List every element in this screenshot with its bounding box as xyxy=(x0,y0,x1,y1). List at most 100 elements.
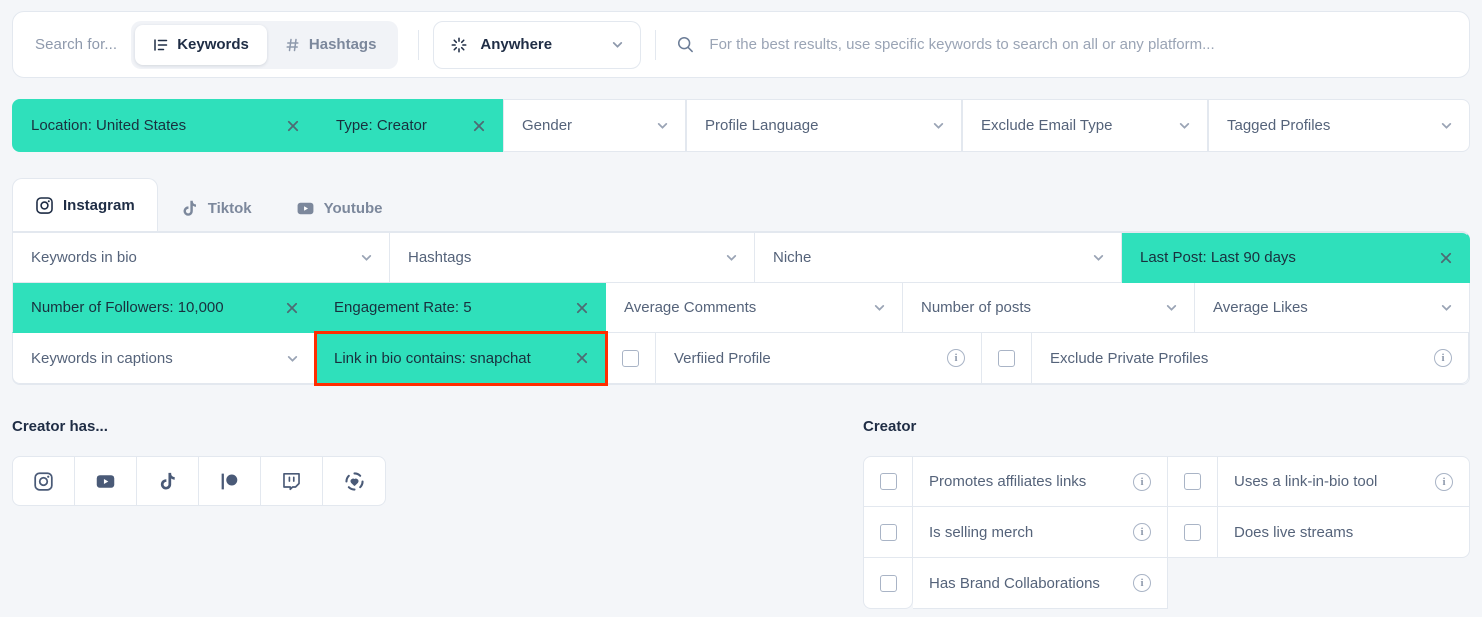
search-for-label: Search for... xyxy=(35,36,118,53)
creator-attr-does-live-streams[interactable]: Does live streams xyxy=(1168,507,1470,558)
list-icon xyxy=(153,37,169,53)
gfilter-link-in-bio-contains-snapchat[interactable]: Link in bio contains: snapchat xyxy=(314,331,608,386)
youtube-icon xyxy=(296,199,315,218)
gfilter-average-comments[interactable]: Average Comments xyxy=(606,283,903,333)
divider xyxy=(418,29,420,60)
tab-instagram[interactable]: Instagram xyxy=(12,178,158,232)
creator-attr-does-live-streams-label-cell[interactable]: Does live streams xyxy=(1218,507,1470,558)
creator-attr-is-selling-merch-label-cell[interactable]: Is selling merch i xyxy=(913,507,1168,558)
gfilter-engagement-rate-5[interactable]: Engagement Rate: 5 xyxy=(316,283,606,333)
search-icon xyxy=(676,35,695,54)
checkbox-icon xyxy=(622,349,639,367)
gfilter-verfiied-profile-label: Verfiied Profile xyxy=(674,349,771,367)
info-icon[interactable]: i xyxy=(1435,472,1453,491)
info-icon[interactable]: i xyxy=(1434,349,1452,367)
chevron-down-icon xyxy=(360,251,389,264)
twitch-icon xyxy=(281,471,302,492)
creator-attribute-row: Promotes affiliates links i Uses a link-i… xyxy=(863,456,1470,507)
tab-youtube[interactable]: Youtube xyxy=(274,185,405,232)
platform-filter-patreon[interactable] xyxy=(199,457,261,505)
creator-attr-has-brand-collaborations-checkbox[interactable] xyxy=(863,558,913,609)
platform-scope-dropdown[interactable]: Anywhere xyxy=(433,20,642,69)
hashtags-toggle-label: Hashtags xyxy=(308,36,377,53)
filter-location-united-states[interactable]: Location: United States xyxy=(12,99,317,152)
creator-section-title: Creator xyxy=(863,418,917,435)
filter-grid-row-1: Keywords in bio Hashtags Niche Last Post… xyxy=(12,232,1470,283)
creator-attr-promotes-affiliates-links[interactable]: Promotes affiliates links i xyxy=(863,456,1168,507)
creator-attr-uses-a-link-in-bio-tool-checkbox[interactable] xyxy=(1168,456,1218,507)
gfilter-link-in-bio-contains-snapchat-label: Link in bio contains: snapchat xyxy=(334,349,531,367)
hashtag-icon xyxy=(285,37,301,53)
checkbox-icon xyxy=(879,574,897,592)
creator-attr-uses-a-link-in-bio-tool[interactable]: Uses a link-in-bio tool i xyxy=(1168,456,1470,507)
chevron-down-icon xyxy=(1092,251,1121,264)
gfilter-hashtags[interactable]: Hashtags xyxy=(390,232,755,283)
checkbox-icon xyxy=(879,523,897,541)
gfilter-keywords-in-bio-label: Keywords in bio xyxy=(31,249,137,266)
creator-attr-does-live-streams-checkbox[interactable] xyxy=(1168,507,1218,558)
tab-instagram-label: Instagram xyxy=(63,197,135,214)
chevron-down-icon xyxy=(1178,119,1207,132)
gfilter-exclude-private-profiles[interactable]: Exclude Private Profiles i xyxy=(1032,333,1469,384)
creator-attr-promotes-affiliates-links-label-cell[interactable]: Promotes affiliates links i xyxy=(913,456,1168,507)
gfilter-keywords-in-captions[interactable]: Keywords in captions xyxy=(12,333,316,384)
filter-exclude-email-type[interactable]: Exclude Email Type xyxy=(962,99,1208,152)
gfilter-niche[interactable]: Niche xyxy=(755,232,1122,283)
creator-attr-is-selling-merch[interactable]: Is selling merch i xyxy=(863,507,1168,558)
keywords-toggle-label: Keywords xyxy=(177,36,249,53)
info-icon[interactable]: i xyxy=(1133,574,1151,592)
creator-attr-has-brand-collaborations-label-cell[interactable]: Has Brand Collaborations i xyxy=(913,558,1168,609)
creator-attr-uses-a-link-in-bio-tool-label-cell[interactable]: Uses a link-in-bio tool i xyxy=(1218,456,1470,507)
platform-filter-heart-badge[interactable] xyxy=(323,457,385,505)
platform-filter-youtube[interactable] xyxy=(75,457,137,505)
gfilter-verfiied-profile[interactable]: Verfiied Profile i xyxy=(656,333,982,384)
hashtags-toggle[interactable]: Hashtags xyxy=(267,25,395,65)
chevron-down-icon xyxy=(873,301,902,314)
gfilter-last-post-last-90-days[interactable]: Last Post: Last 90 days xyxy=(1122,232,1470,283)
creator-attr-promotes-affiliates-links-checkbox[interactable] xyxy=(863,456,913,507)
filter-type-creator[interactable]: Type: Creator xyxy=(317,99,503,152)
remove-filter-icon[interactable] xyxy=(472,119,502,133)
checkbox-icon xyxy=(879,473,897,490)
platform-filter-tiktok[interactable] xyxy=(137,457,199,505)
remove-filter-icon[interactable] xyxy=(575,301,605,315)
info-icon[interactable]: i xyxy=(1133,472,1151,491)
filter-tagged-profiles[interactable]: Tagged Profiles xyxy=(1208,99,1470,152)
info-icon[interactable]: i xyxy=(1133,523,1151,541)
remove-filter-icon[interactable] xyxy=(1439,251,1469,265)
gfilter-exclude-private-profiles-label: Exclude Private Profiles xyxy=(1050,349,1209,367)
creator-attribute-row: Has Brand Collaborations i xyxy=(863,558,1470,609)
info-icon[interactable]: i xyxy=(947,349,965,367)
remove-filter-icon[interactable] xyxy=(575,351,605,365)
search-input[interactable] xyxy=(707,35,1449,54)
gfilter-average-comments-label: Average Comments xyxy=(624,299,757,316)
gfilter-number-of-posts[interactable]: Number of posts xyxy=(903,283,1195,333)
gfilter-niche-label: Niche xyxy=(773,249,812,266)
remove-filter-icon[interactable] xyxy=(285,301,315,315)
filter-profile-language[interactable]: Profile Language xyxy=(686,99,962,152)
creator-attr-does-live-streams-label: Does live streams xyxy=(1234,523,1354,541)
creator-attr-has-brand-collaborations[interactable]: Has Brand Collaborations i xyxy=(863,558,1168,609)
gfilter-number-of-followers-10-000[interactable]: Number of Followers: 10,000 xyxy=(12,283,316,333)
filter-tagged-profiles-label: Tagged Profiles xyxy=(1227,117,1331,134)
heart-badge-icon xyxy=(344,471,365,492)
gfilter-average-likes[interactable]: Average Likes xyxy=(1195,283,1470,333)
gfilter-keywords-in-bio[interactable]: Keywords in bio xyxy=(12,232,390,283)
chevron-down-icon xyxy=(1440,119,1469,132)
creator-has-title: Creator has... xyxy=(12,418,108,435)
chevron-down-icon xyxy=(1165,301,1194,314)
checkbox-icon xyxy=(1184,473,1201,490)
keywords-toggle[interactable]: Keywords xyxy=(135,24,267,65)
platform-filter-twitch[interactable] xyxy=(261,457,323,505)
filter-type-creator-label: Type: Creator xyxy=(336,117,427,134)
tab-youtube-label: Youtube xyxy=(323,200,383,217)
creator-attr-is-selling-merch-checkbox[interactable] xyxy=(863,507,913,558)
tab-tiktok-label: Tiktok xyxy=(207,200,252,217)
gfilter-verfiied-profile-checkbox[interactable] xyxy=(606,333,656,384)
tab-tiktok[interactable]: Tiktok xyxy=(158,185,274,232)
platform-filter-instagram[interactable] xyxy=(13,457,75,505)
gfilter-exclude-private-profiles-checkbox[interactable] xyxy=(982,333,1032,384)
filter-gender[interactable]: Gender xyxy=(503,99,686,152)
instagram-icon xyxy=(33,471,54,492)
remove-filter-icon[interactable] xyxy=(286,119,316,133)
